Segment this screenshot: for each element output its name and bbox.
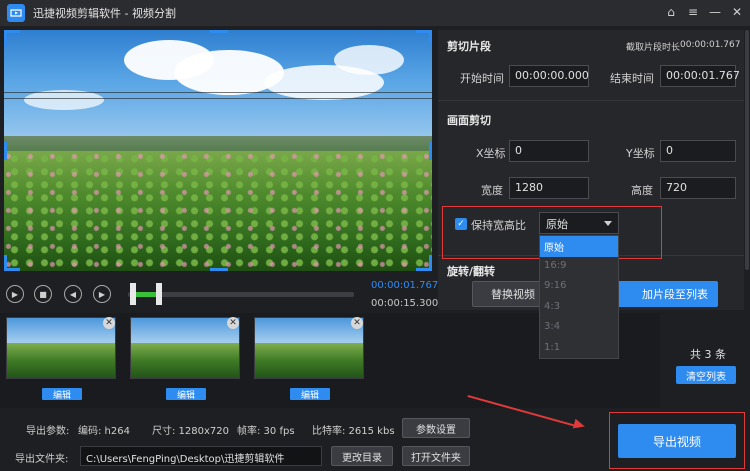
size-value: 尺寸: 1280x720 [152, 426, 230, 437]
clip-sky [7, 318, 115, 345]
end-time-input[interactable]: 00:00:01.767 [660, 65, 740, 87]
fps-value: 帧率: 30 fps [237, 426, 295, 437]
power-line [4, 98, 432, 99]
clip-count: 共 3 条 [690, 348, 726, 361]
next-frame-icon[interactable]: ▶ [93, 285, 111, 303]
range-end-handle[interactable] [156, 283, 162, 305]
play-icon[interactable]: ▶ [6, 285, 24, 303]
close-icon[interactable]: ✕ [351, 317, 363, 329]
clip-sky [255, 318, 363, 345]
selected-range [135, 292, 157, 297]
close-icon[interactable]: ✕ [730, 4, 744, 20]
clip-list: ✕ 编辑 ✕ 编辑 ✕ 编辑 [0, 313, 750, 408]
start-time-input[interactable]: 00:00:00.000 [509, 65, 589, 87]
cloud [334, 45, 404, 75]
crop-corner[interactable] [429, 255, 432, 271]
change-dir-button[interactable]: 更改目录 [331, 446, 393, 466]
ratio-option[interactable]: 4:3 [540, 298, 618, 319]
open-folder-button[interactable]: 打开文件夹 [402, 446, 470, 466]
playback-controls: ▶ ■ ◀ ▶ 00:00:01.767 00:00:15.300 [4, 280, 438, 312]
y-label: Y坐标 [626, 147, 655, 160]
total-time: 00:00:15.300 [371, 298, 439, 309]
power-line [4, 92, 432, 93]
ratio-dropdown[interactable]: 原始 16:9 9:16 4:3 3:4 1:1 [539, 235, 619, 359]
crop-edge-handle[interactable] [210, 268, 228, 271]
stop-icon[interactable]: ■ [34, 285, 52, 303]
export-params-label: 导出参数: [26, 426, 70, 437]
title-bar: 迅捷视频剪辑软件 - 视频分割 ⌂ ≡ — ✕ [0, 0, 750, 26]
y-input[interactable]: 0 [660, 140, 736, 162]
home-icon[interactable]: ⌂ [664, 4, 678, 20]
x-label: X坐标 [476, 147, 506, 160]
preview-flowers [4, 150, 432, 271]
export-folder-label: 导出文件夹: [15, 454, 69, 465]
duration-value: 00:00:01.767 [680, 40, 741, 50]
clip-field [131, 343, 239, 378]
add-to-list-button[interactable]: 加片段至列表 [606, 281, 718, 307]
clip-field [7, 343, 115, 378]
crop-edge-handle[interactable] [4, 142, 7, 160]
export-folder-input[interactable]: C:\Users\FengPing\Desktop\迅捷剪辑软件 [80, 446, 322, 466]
crop-edge-handle[interactable] [210, 30, 228, 33]
close-icon[interactable]: ✕ [103, 317, 115, 329]
height-label: 高度 [631, 184, 653, 197]
x-input[interactable]: 0 [509, 140, 589, 162]
ratio-option[interactable]: 3:4 [540, 318, 618, 339]
export-video-button[interactable]: 导出视频 [618, 424, 736, 458]
start-time-label: 开始时间 [460, 72, 504, 85]
ratio-option[interactable]: 1:1 [540, 339, 618, 360]
video-preview[interactable] [4, 30, 432, 271]
clip-sky [131, 318, 239, 345]
timeline-slider[interactable] [128, 283, 354, 305]
height-input[interactable]: 720 [660, 177, 736, 199]
codec-value: 编码: h264 [78, 426, 130, 437]
ratio-option[interactable]: 9:16 [540, 277, 618, 298]
clip-field [255, 343, 363, 378]
rotate-section-title: 旋转/翻转 [447, 265, 496, 278]
param-settings-button[interactable]: 参数设置 [402, 418, 470, 438]
crop-corner[interactable] [4, 255, 7, 271]
clip-edit-button[interactable]: 编辑 [290, 388, 330, 401]
clear-list-button[interactable]: 清空列表 [676, 366, 736, 384]
close-icon[interactable]: ✕ [227, 317, 239, 329]
clip-thumbnail[interactable] [130, 317, 240, 379]
cloud [24, 90, 104, 110]
clip-edit-button[interactable]: 编辑 [166, 388, 206, 401]
ratio-option[interactable]: 原始 [540, 236, 618, 257]
ratio-option[interactable]: 16:9 [540, 257, 618, 278]
width-label: 宽度 [481, 184, 503, 197]
menu-icon[interactable]: ≡ [686, 4, 700, 20]
clip-edit-button[interactable]: 编辑 [42, 388, 82, 401]
bitrate-value: 比特率: 2615 kbs [312, 426, 395, 437]
minimize-icon[interactable]: — [708, 4, 722, 20]
crop-edge-handle[interactable] [429, 142, 432, 160]
clip-thumbnail[interactable] [254, 317, 364, 379]
duration-label: 截取片段时长 [626, 43, 681, 53]
cut-section-title: 剪切片段 [447, 40, 491, 53]
window-title: 迅捷视频剪辑软件 - 视频分割 [33, 7, 176, 20]
crop-corner[interactable] [4, 30, 7, 46]
panel-scrollbar[interactable] [745, 30, 749, 270]
crop-corner[interactable] [429, 30, 432, 46]
clip-thumbnail[interactable] [6, 317, 116, 379]
current-time: 00:00:01.767 [371, 280, 439, 291]
prev-frame-icon[interactable]: ◀ [64, 285, 82, 303]
width-input[interactable]: 1280 [509, 177, 589, 199]
app-logo-icon [7, 4, 25, 22]
end-time-label: 结束时间 [610, 72, 654, 85]
crop-section-title: 画面剪切 [447, 114, 491, 127]
divider [438, 100, 744, 101]
range-start-handle[interactable] [130, 283, 136, 305]
